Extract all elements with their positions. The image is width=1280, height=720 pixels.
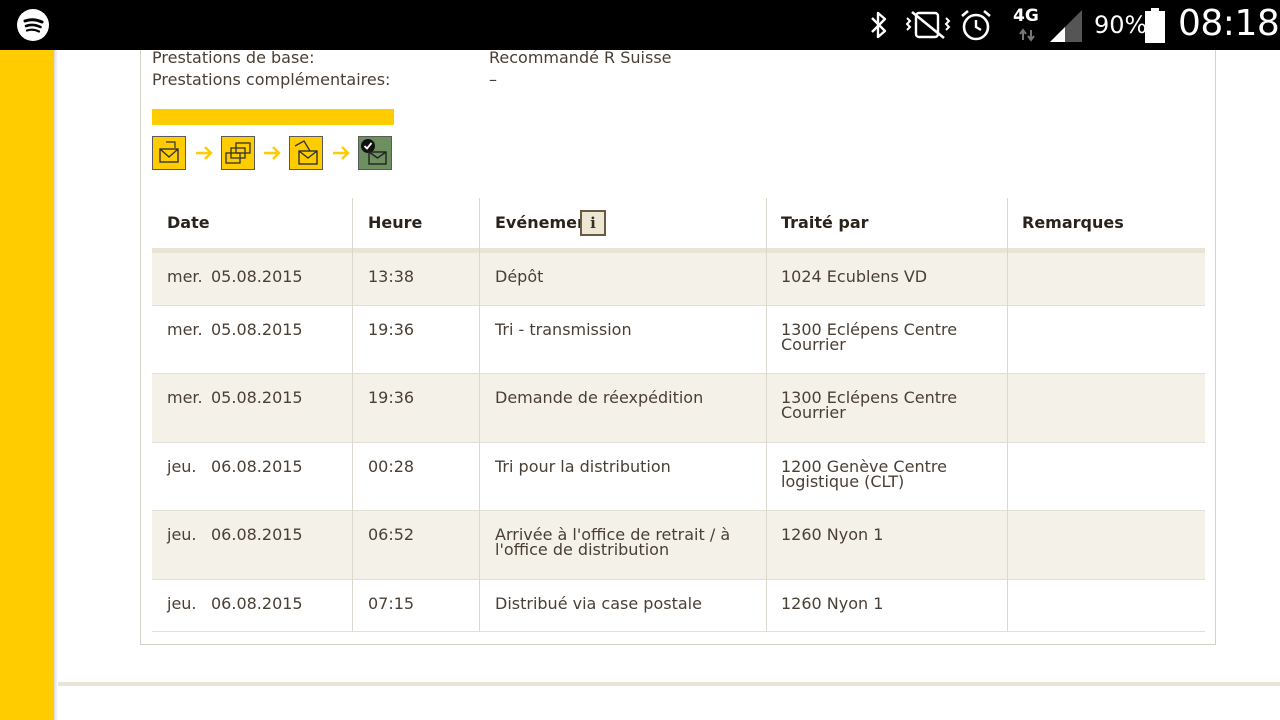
side-rail: [0, 50, 54, 720]
event-value: Tri - transmission: [495, 320, 632, 339]
base-service-value: Recommandé R Suisse: [489, 48, 672, 67]
event-value: Dépôt: [495, 267, 544, 286]
col-date: Date: [167, 213, 210, 232]
deposit-icon: [152, 136, 186, 170]
footer-divider: [58, 682, 1280, 686]
extra-service-label: Prestations complémentaires:: [152, 70, 391, 89]
time-value: 00:28: [368, 457, 415, 476]
date-value: 05.08.2015: [211, 320, 303, 339]
data-activity-icon: [1019, 28, 1035, 42]
sorting-icon: [221, 136, 255, 170]
table-row: jeu. 06.08.2015 06:52 Arrivée à l'office de…: [152, 511, 1205, 580]
arrow-right-icon: [333, 146, 350, 160]
event-value: Demande de réexpédition: [495, 388, 704, 407]
table-row: mer. 05.08.2015 19:36 Demande de réexpéditi…: [152, 374, 1205, 443]
event-info-button[interactable]: i: [580, 210, 606, 236]
column-divider: [766, 198, 767, 632]
delivered-icon: [358, 136, 392, 170]
time-value: 19:36: [368, 388, 415, 407]
arrival-icon: [289, 136, 323, 170]
column-divider: [352, 198, 353, 632]
rail-shadow: [54, 50, 58, 720]
info-icon: i: [590, 214, 596, 232]
bluetooth-icon: [871, 11, 887, 39]
handled-by-value: 1260 Nyon 1: [781, 594, 884, 613]
col-remarks: Remarques: [1022, 213, 1124, 232]
event-value: Arrivée à l'office de retrait / à l'offi…: [495, 525, 731, 559]
base-service-label: Prestations de base:: [152, 48, 315, 67]
time-value: 19:36: [368, 320, 415, 339]
handled-by-value: 1300 Eclépens Centre Courrier: [781, 388, 958, 422]
arrow-right-icon: [196, 146, 213, 160]
table-row: mer. 05.08.2015 13:38 Dépôt 1024 Ecublens VD: [152, 253, 1205, 306]
vibrate-icon: [905, 10, 951, 40]
table-row: jeu. 06.08.2015 07:15 Distribué via case po…: [152, 580, 1205, 632]
extra-service-value: –: [489, 70, 497, 89]
column-divider: [479, 198, 480, 632]
col-time: Heure: [368, 213, 423, 232]
spotify-icon[interactable]: [17, 9, 49, 41]
status-bar: 4G 90% 08:18: [0, 0, 1280, 50]
signal-icon: [1050, 10, 1082, 42]
col-event: Evénement: [495, 213, 597, 232]
event-value: Tri pour la distribution: [495, 457, 671, 476]
date-value: 05.08.2015: [211, 388, 303, 407]
time-value: 06:52: [368, 525, 415, 544]
time-value: 07:15: [368, 594, 415, 613]
handled-by-value: 1200 Genève Centre logistique (CLT): [781, 457, 947, 491]
col-handled-by: Traité par: [781, 213, 869, 232]
table-row: jeu. 06.08.2015 00:28 Tri pour la distribut…: [152, 443, 1205, 511]
date-value: 06.08.2015: [211, 457, 303, 476]
table-header: Date Heure Evénement Traité par Remarque…: [152, 198, 1205, 248]
progress-bar: [152, 109, 394, 125]
time-value: 13:38: [368, 267, 415, 286]
network-type: 4G: [1013, 6, 1039, 26]
battery-percent: 90%: [1094, 11, 1148, 39]
column-divider: [1007, 198, 1008, 632]
arrow-right-icon: [264, 146, 281, 160]
alarm-icon: [961, 10, 991, 41]
date-value: 06.08.2015: [211, 525, 303, 544]
handled-by-value: 1300 Eclépens Centre Courrier: [781, 320, 958, 354]
table-row: mer. 05.08.2015 19:36 Tri - transmission 130…: [152, 306, 1205, 374]
date-value: 05.08.2015: [211, 267, 303, 286]
handled-by-value: 1024 Ecublens VD: [781, 267, 928, 286]
battery-icon: [1145, 8, 1165, 43]
handled-by-value: 1260 Nyon 1: [781, 525, 884, 544]
event-value: Distribué via case postale: [495, 594, 702, 613]
date-value: 06.08.2015: [211, 594, 303, 613]
clock: 08:18: [1178, 3, 1280, 44]
